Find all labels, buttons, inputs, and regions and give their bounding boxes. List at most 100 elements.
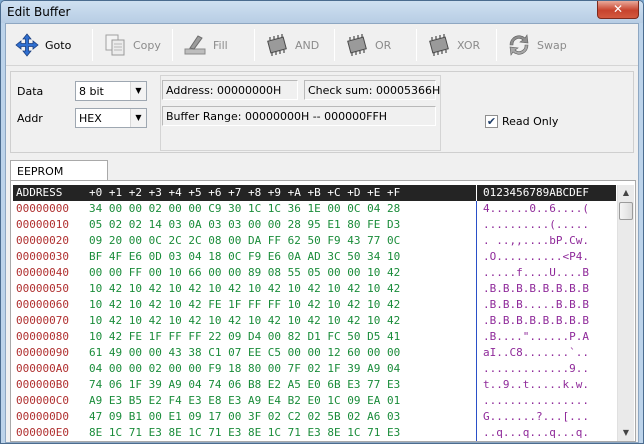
chevron-down-icon[interactable]: ▼ [130, 82, 146, 100]
data-width-select[interactable]: 8 bit ▼ [75, 81, 147, 101]
table-row[interactable]: 00000020 09 20 00 0C 2C 2C 08 00 DA FF 62… [13, 233, 616, 249]
address-cell[interactable]: 00000090 [13, 345, 83, 361]
bytes-cell[interactable]: 8E 1C 71 E3 8E 1C 71 E3 8E 1C 71 E3 8E 1… [83, 425, 477, 441]
address-cell[interactable]: 00000060 [13, 297, 83, 313]
bytes-cell[interactable]: 05 02 02 14 03 0A 03 03 00 00 28 95 E1 8… [83, 217, 477, 233]
table-row[interactable]: 00000080 10 42 FE 1F FF FF 22 09 D4 00 82… [13, 329, 616, 345]
read-only-label[interactable]: Read Only [502, 115, 558, 128]
table-row[interactable]: 000000A0 04 00 00 02 00 00 F9 18 80 00 7F… [13, 361, 616, 377]
xor-label: XOR [457, 38, 481, 52]
and-label: AND [295, 38, 320, 52]
or-label: OR [375, 38, 392, 52]
toolbar-separator [334, 29, 335, 61]
ascii-cell[interactable]: aI..C8.......`.. [477, 345, 616, 361]
table-row[interactable]: 00000070 10 42 10 42 10 42 10 42 10 42 10… [13, 313, 616, 329]
title-bar[interactable]: Edit Buffer ✕ [1, 1, 643, 23]
table-row[interactable]: 000000B0 74 06 1F 39 A9 04 74 06 B8 E2 A5… [13, 377, 616, 393]
table-row[interactable]: 00000030 BF 4F E6 0D 03 04 18 0C F9 E6 0A… [13, 249, 616, 265]
address-field: Address: 00000000H [162, 80, 298, 100]
swap-button[interactable]: Swap [506, 28, 567, 62]
ascii-cell[interactable]: 4......0..6....( [477, 201, 616, 217]
goto-button[interactable]: Goto [14, 28, 71, 62]
address-cell[interactable]: 00000020 [13, 233, 83, 249]
vertical-scrollbar[interactable]: ▲ ▼ [617, 185, 634, 441]
address-cell[interactable]: 00000030 [13, 249, 83, 265]
bytes-cell[interactable]: 61 49 00 00 43 38 C1 07 EE C5 00 00 12 6… [83, 345, 477, 361]
table-row[interactable]: 000000E0 8E 1C 71 E3 8E 1C 71 E3 8E 1C 71… [13, 425, 616, 441]
chevron-down-icon[interactable]: ▼ [130, 109, 146, 127]
scroll-up-icon[interactable]: ▲ [618, 185, 634, 201]
ascii-cell[interactable]: . ..,,....bP.Cw. [477, 233, 616, 249]
address-cell[interactable]: 000000B0 [13, 377, 83, 393]
hex-grid-rows: 00000000 34 00 00 02 00 00 C9 30 1C 1C 36… [13, 201, 616, 441]
address-cell[interactable]: 00000040 [13, 265, 83, 281]
bytes-cell[interactable]: 00 00 FF 00 10 66 00 00 89 08 55 05 00 0… [83, 265, 477, 281]
close-button[interactable]: ✕ [597, 1, 639, 19]
chip-icon [267, 34, 287, 56]
address-cell[interactable]: 00000010 [13, 217, 83, 233]
ascii-cell[interactable]: .B...."......P.A [477, 329, 616, 345]
xor-button[interactable]: XOR [426, 28, 480, 62]
address-cell[interactable]: 000000E0 [13, 425, 83, 441]
address-cell[interactable]: 00000070 [13, 313, 83, 329]
read-only-checkbox[interactable]: ✔ [485, 115, 498, 128]
ascii-cell[interactable]: t..9..t.....k.w. [477, 377, 616, 393]
settings-panel: Data 8 bit ▼ Addr HEX ▼ Address: 0000000… [10, 71, 634, 153]
bytes-cell[interactable]: A9 E3 B5 E2 F4 E3 E8 E3 A9 E4 B2 E0 1C 0… [83, 393, 477, 409]
copy-button[interactable]: Copy [102, 28, 161, 62]
buffer-range-field: Buffer Range: 00000000H -- 000000FFH [162, 106, 436, 126]
ascii-cell[interactable]: .....f....U....B [477, 265, 616, 281]
swap-label: Swap [537, 38, 567, 52]
ascii-cell[interactable]: G.......?...[... [477, 409, 616, 425]
scroll-thumb[interactable] [619, 202, 633, 220]
goto-icon [15, 33, 39, 57]
table-row[interactable]: 00000090 61 49 00 00 43 38 C1 07 EE C5 00… [13, 345, 616, 361]
ascii-cell[interactable]: .O..........<P4. [477, 249, 616, 265]
copy-icon [105, 34, 125, 56]
bytes-cell[interactable]: 10 42 10 42 10 42 FE 1F FF FF 10 42 10 4… [83, 297, 477, 313]
bytes-cell[interactable]: BF 4F E6 0D 03 04 18 0C F9 E6 0A AD 3C 5… [83, 249, 477, 265]
and-button[interactable]: AND [264, 28, 319, 62]
table-row[interactable]: 00000040 00 00 FF 00 10 66 00 00 89 08 55… [13, 265, 616, 281]
or-button[interactable]: OR [344, 28, 391, 62]
address-column-header: ADDRESS [16, 186, 63, 199]
table-row[interactable]: 000000D0 47 09 B1 00 E1 09 17 00 3F 02 C2… [13, 409, 616, 425]
addr-format-select[interactable]: HEX ▼ [75, 108, 147, 128]
table-row[interactable]: 00000050 10 42 10 42 10 42 10 42 10 42 10… [13, 281, 616, 297]
address-cell[interactable]: 00000050 [13, 281, 83, 297]
table-row[interactable]: 000000C0 A9 E3 B5 E2 F4 E3 E8 E3 A9 E4 B2… [13, 393, 616, 409]
ascii-cell[interactable]: ..q...q...q...q. [477, 425, 616, 441]
address-cell[interactable]: 000000D0 [13, 409, 83, 425]
ascii-cell[interactable]: .B.B.B.B.B.B.B.B [477, 313, 616, 329]
address-cell[interactable]: 00000000 [13, 201, 83, 217]
table-row[interactable]: 00000010 05 02 02 14 03 0A 03 03 00 00 28… [13, 217, 616, 233]
ascii-cell[interactable]: .B.B.B.....B.B.B [477, 297, 616, 313]
ascii-cell[interactable]: .B.B.B.B.B.B.B.B [477, 281, 616, 297]
address-cell[interactable]: 00000080 [13, 329, 83, 345]
bytes-cell[interactable]: 74 06 1F 39 A9 04 74 06 B8 E2 A5 E0 6B E… [83, 377, 477, 393]
bytes-cell[interactable]: 09 20 00 0C 2C 2C 08 00 DA FF 62 50 F9 4… [83, 233, 477, 249]
address-cell[interactable]: 000000A0 [13, 361, 83, 377]
tab-eeprom-memory[interactable]: EEPROM Memory [10, 160, 108, 191]
scroll-down-icon[interactable]: ▼ [618, 425, 634, 441]
fill-button[interactable]: Fill [182, 28, 228, 62]
data-label: Data [17, 85, 44, 98]
address-cell[interactable]: 000000C0 [13, 393, 83, 409]
toolbar-separator [416, 29, 417, 61]
bytes-cell[interactable]: 10 42 10 42 10 42 10 42 10 42 10 42 10 4… [83, 281, 477, 297]
table-row[interactable]: 00000060 10 42 10 42 10 42 FE 1F FF FF 10… [13, 297, 616, 313]
bytes-cell[interactable]: 10 42 FE 1F FF FF 22 09 D4 00 82 D1 FC 5… [83, 329, 477, 345]
ascii-cell[interactable]: ..........(..... [477, 217, 616, 233]
chip-icon [429, 34, 449, 56]
bytes-cell[interactable]: 34 00 00 02 00 00 C9 30 1C 1C 36 1E 00 0… [83, 201, 477, 217]
toolbar-separator [254, 29, 255, 61]
bytes-cell[interactable]: 47 09 B1 00 E1 09 17 00 3F 02 C2 02 5B 0… [83, 409, 477, 425]
ascii-cell[interactable]: ................ [477, 393, 616, 409]
hex-grid[interactable]: ADDRESS +0 +1 +2 +3 +4 +5 +6 +7 +8 +9 +A… [13, 185, 616, 441]
ascii-cell[interactable]: .............9.. [477, 361, 616, 377]
hex-editor: ADDRESS +0 +1 +2 +3 +4 +5 +6 +7 +8 +9 +A… [10, 180, 636, 442]
table-row[interactable]: 00000000 34 00 00 02 00 00 C9 30 1C 1C 36… [13, 201, 616, 217]
bytes-cell[interactable]: 10 42 10 42 10 42 10 42 10 42 10 42 10 4… [83, 313, 477, 329]
bytes-cell[interactable]: 04 00 00 02 00 00 F9 18 80 00 7F 02 1F 3… [83, 361, 477, 377]
toolbar-separator [496, 29, 497, 61]
